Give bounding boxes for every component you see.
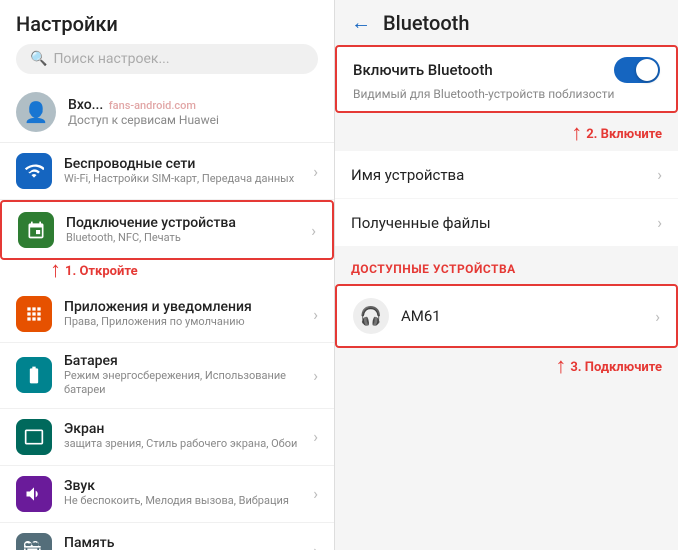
sound-text: Звук Не беспокоить, Мелодия вызова, Вибр… — [64, 478, 313, 508]
arrow-2-icon: ↑ — [571, 123, 582, 145]
device-connect-title: Подключение устройства — [66, 215, 311, 231]
display-chevron: › — [313, 427, 318, 446]
settings-item-wireless[interactable]: Беспроводные сети Wi-Fi, Настройки SIM-к… — [0, 143, 334, 200]
annotation-3-row: ↑ 3. Подключите — [335, 352, 678, 382]
battery-chevron: › — [313, 366, 318, 385]
apps-icon — [16, 296, 52, 332]
device-row-wrapper: 🎧 АМ61 › — [335, 284, 678, 348]
annotation-2-label: 2. Включите — [586, 127, 662, 142]
annotation-1-row: ↑ 1. Откройте — [0, 260, 334, 286]
sound-sub: Не беспокоить, Мелодия вызова, Вибрация — [64, 494, 313, 508]
memory-title: Память — [64, 535, 313, 550]
received-files-text: Полученные файлы — [351, 214, 657, 232]
profile-sub: Доступ к сервисам Huawei — [68, 113, 219, 127]
received-files-chevron: › — [657, 213, 662, 232]
settings-item-memory[interactable]: Память Память, Очистка памяти › — [0, 523, 334, 550]
settings-item-battery[interactable]: Батарея Режим энергосбережения, Использо… — [0, 343, 334, 409]
search-icon: 🔍 — [30, 51, 47, 67]
sound-icon — [16, 476, 52, 512]
search-box[interactable]: 🔍 Поиск настроек... — [16, 44, 318, 74]
apps-title: Приложения и уведомления — [64, 299, 313, 315]
display-icon — [16, 419, 52, 455]
settings-title: Настройки — [16, 12, 318, 36]
right-content: Включить Bluetooth Видимый для Bluetooth… — [335, 45, 678, 550]
profile-row[interactable]: 👤 Вхо... fans-android.com Доступ к серви… — [0, 82, 334, 143]
settings-item-device-connect[interactable]: Подключение устройства Bluetooth, NFC, П… — [0, 200, 334, 260]
settings-item-display[interactable]: Экран защита зрения, Стиль рабочего экра… — [0, 409, 334, 466]
received-files-item[interactable]: Полученные файлы › — [335, 199, 678, 246]
device-chevron: › — [655, 307, 660, 326]
battery-text: Батарея Режим энергосбережения, Использо… — [64, 353, 313, 398]
sound-title: Звук — [64, 478, 313, 494]
profile-name: Вхо... fans-android.com — [68, 97, 219, 113]
memory-text: Память Память, Очистка памяти — [64, 535, 313, 550]
device-connect-sub: Bluetooth, NFC, Печать — [66, 231, 311, 245]
device-name: АМ61 — [401, 307, 655, 325]
annotation-3-label: 3. Подключите — [570, 360, 662, 375]
apps-chevron: › — [313, 305, 318, 324]
available-devices-label: ДОСТУПНЫЕ УСТРОЙСТВА — [335, 254, 678, 280]
profile-text: Вхо... fans-android.com Доступ к сервиса… — [68, 97, 219, 127]
device-section[interactable]: 🎧 АМ61 › — [335, 284, 678, 348]
device-name-item[interactable]: Имя устройства › — [335, 151, 678, 198]
display-sub: защита зрения, Стиль рабочего экрана, Об… — [64, 437, 313, 451]
apps-sub: Права, Приложения по умолчанию — [64, 315, 313, 329]
device-connect-icon — [18, 212, 54, 248]
battery-icon — [16, 357, 52, 393]
wireless-sub: Wi-Fi, Настройки SIM-карт, Передача данн… — [64, 172, 313, 186]
settings-list: Беспроводные сети Wi-Fi, Настройки SIM-к… — [0, 143, 334, 550]
right-header: ← Bluetooth — [335, 0, 678, 45]
bluetooth-toggle-switch[interactable] — [614, 57, 660, 83]
settings-item-apps[interactable]: Приложения и уведомления Права, Приложен… — [0, 286, 334, 343]
memory-icon — [16, 533, 52, 550]
annotation-2-row: ↑ 2. Включите — [335, 121, 678, 151]
bluetooth-toggle-wrapper: Включить Bluetooth Видимый для Bluetooth… — [335, 45, 678, 113]
search-placeholder: Поиск настроек... — [53, 51, 169, 67]
memory-chevron: › — [313, 541, 318, 550]
settings-item-sound[interactable]: Звук Не беспокоить, Мелодия вызова, Вибр… — [0, 466, 334, 523]
toggle-label: Включить Bluetooth — [353, 61, 493, 79]
apps-text: Приложения и уведомления Права, Приложен… — [64, 299, 313, 329]
device-connect-text: Подключение устройства Bluetooth, NFC, П… — [66, 215, 311, 245]
right-panel: ← Bluetooth Включить Bluetooth Видимый д… — [335, 0, 678, 550]
wireless-chevron: › — [313, 162, 318, 181]
display-text: Экран защита зрения, Стиль рабочего экра… — [64, 421, 313, 451]
device-connect-chevron: › — [311, 221, 316, 240]
display-title: Экран — [64, 421, 313, 437]
avatar: 👤 — [16, 92, 56, 132]
wireless-text: Беспроводные сети Wi-Fi, Настройки SIM-к… — [64, 156, 313, 186]
wireless-title: Беспроводные сети — [64, 156, 313, 172]
wireless-icon — [16, 153, 52, 189]
arrow-3-icon: ↑ — [555, 356, 566, 378]
device-name-text: Имя устройства — [351, 166, 657, 184]
battery-title: Батарея — [64, 353, 313, 369]
battery-sub: Режим энергосбережения, Использование ба… — [64, 369, 313, 398]
toggle-sub: Видимый для Bluetooth-устройств поблизос… — [337, 87, 676, 111]
back-button[interactable]: ← — [351, 10, 371, 35]
toggle-row[interactable]: Включить Bluetooth — [337, 47, 676, 87]
bluetooth-toggle-section: Включить Bluetooth Видимый для Bluetooth… — [335, 45, 678, 113]
device-icon: 🎧 — [353, 298, 389, 334]
device-name-chevron: › — [657, 165, 662, 184]
bluetooth-title: Bluetooth — [383, 11, 469, 35]
arrow-1-icon: ↑ — [50, 260, 61, 282]
watermark-text: fans-android.com — [109, 99, 196, 112]
left-header: Настройки 🔍 Поиск настроек... — [0, 0, 334, 82]
left-panel: Настройки 🔍 Поиск настроек... 👤 Вхо... f… — [0, 0, 335, 550]
annotation-1-label: 1. Откройте — [65, 264, 138, 279]
sound-chevron: › — [313, 484, 318, 503]
